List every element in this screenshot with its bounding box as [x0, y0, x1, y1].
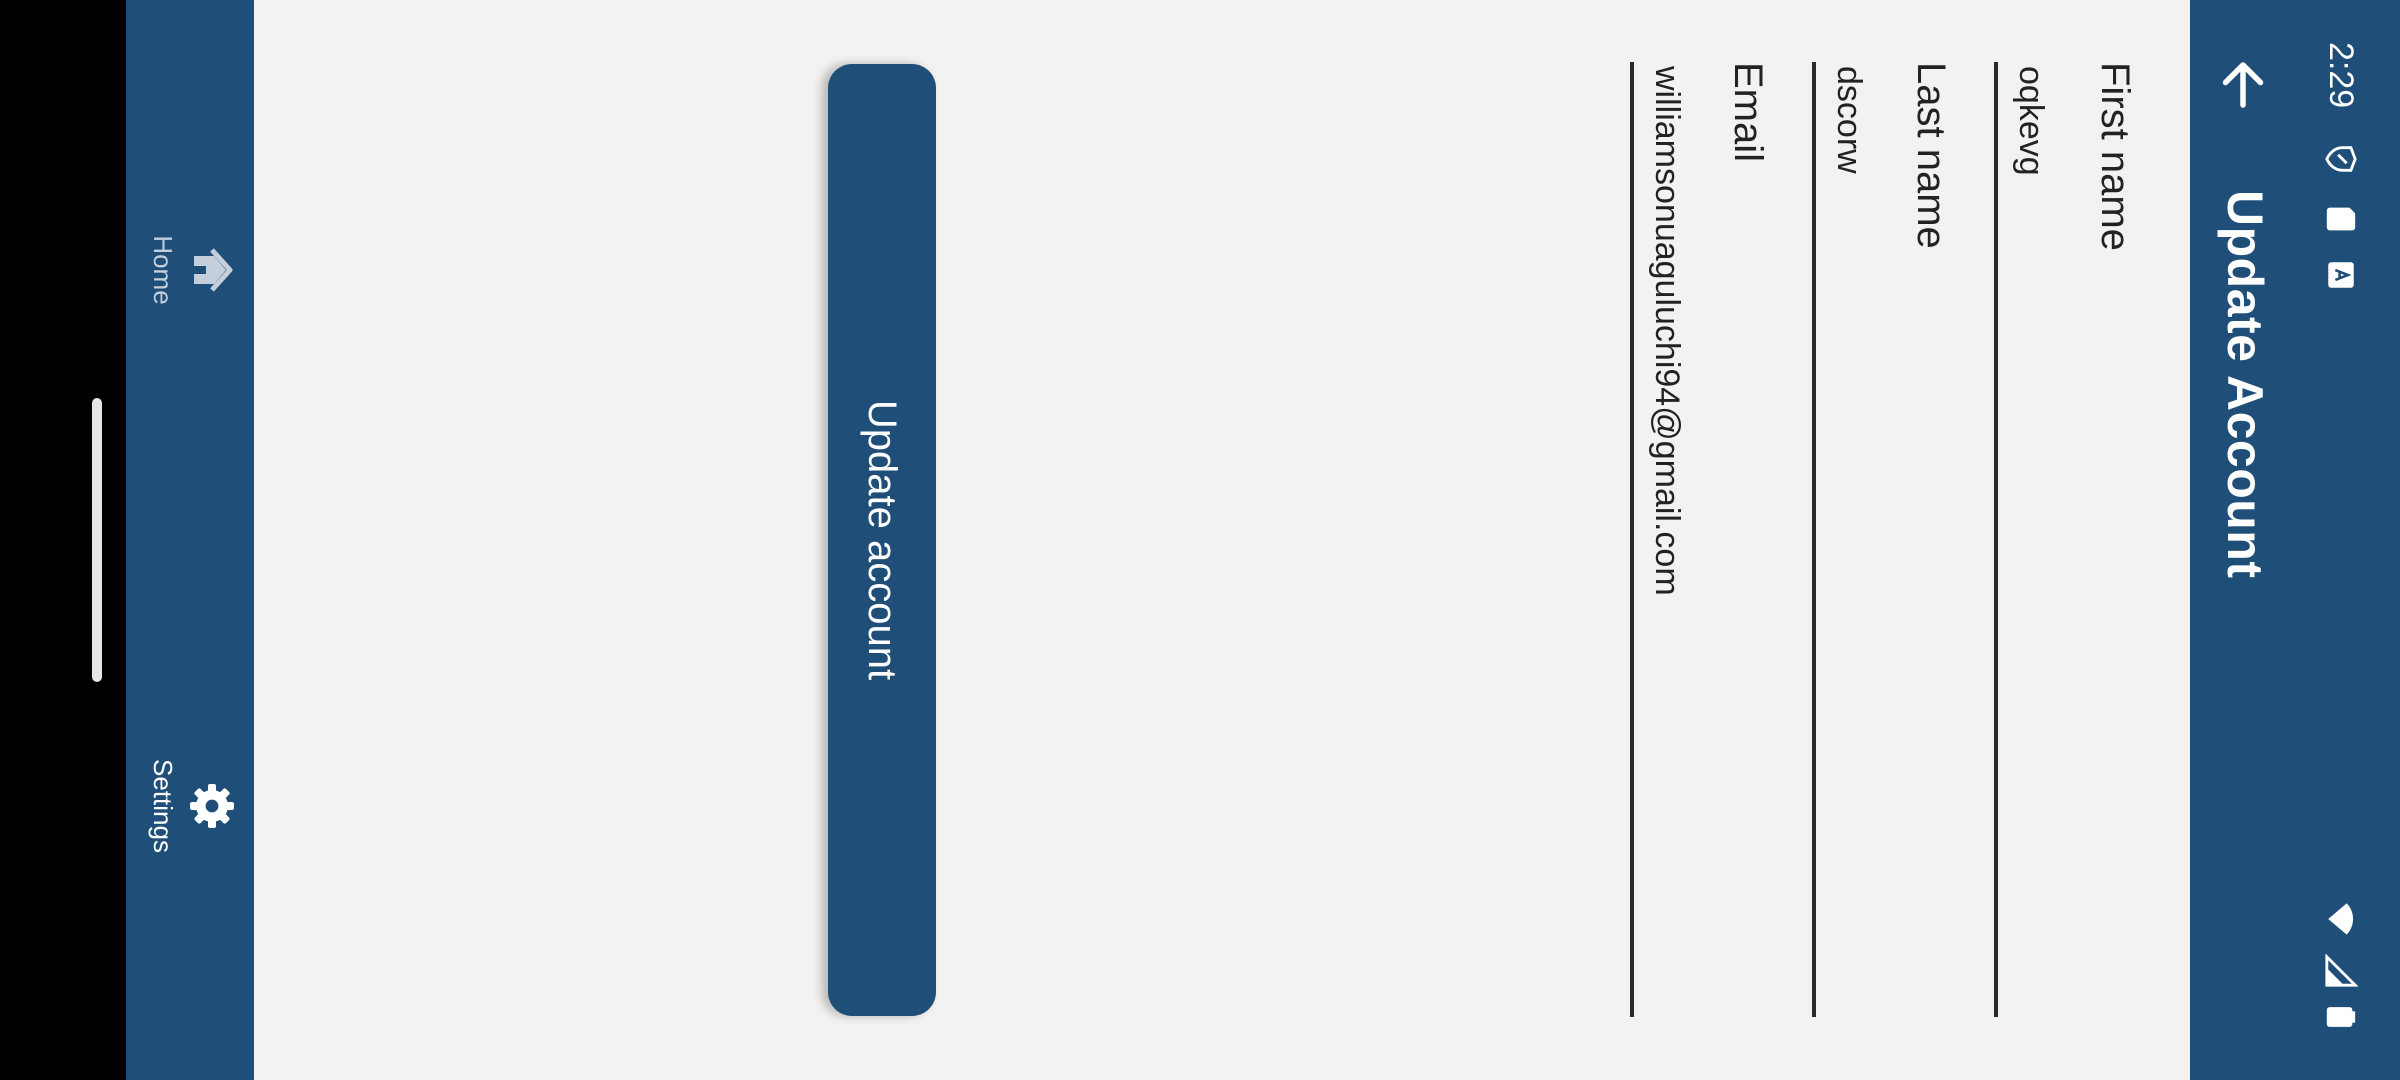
gesture-handle[interactable] [92, 398, 102, 682]
app-header: 2:29 Update Account [2190, 0, 2400, 1080]
cell-signal-icon [2325, 954, 2358, 987]
home-icon [194, 248, 233, 292]
nav-label-settings: Settings [148, 759, 178, 853]
battery-icon [2326, 1007, 2356, 1027]
status-time: 2:29 [2322, 42, 2360, 109]
last-name-input[interactable] [1812, 62, 1882, 1017]
system-gesture-bar [63, 0, 126, 1080]
nav-item-settings[interactable]: Settings [134, 706, 244, 906]
arrow-left-icon [2222, 62, 2264, 108]
email-input[interactable] [1630, 62, 1700, 1017]
nav-label-home: Home [148, 235, 178, 305]
last-name-label: Last name [1909, 62, 1953, 249]
title-row: Update Account [2190, 0, 2300, 1080]
status-bar: 2:29 [2310, 0, 2400, 1080]
page-title: Update Account [2217, 190, 2273, 579]
keyboard-icon [2328, 262, 2354, 288]
nav-item-home[interactable]: Home [134, 170, 244, 370]
gear-icon [190, 784, 234, 828]
first-name-input[interactable] [1994, 62, 2064, 1017]
sd-card-icon [2326, 207, 2356, 231]
bottom-nav: Home Settings [126, 0, 254, 1080]
email-label: Email [1726, 62, 1770, 163]
app-screen: 2:29 Update Account First name oqkevg La… [63, 0, 2400, 1080]
wifi-icon [2328, 903, 2354, 935]
first-name-label: First name [2093, 62, 2137, 251]
vpn-shield-icon [2325, 146, 2357, 172]
update-account-button[interactable]: Update account [828, 64, 936, 1016]
update-account-form: First name Last name Email Update accoun… [210, 0, 2190, 1080]
back-button[interactable] [2208, 50, 2278, 120]
